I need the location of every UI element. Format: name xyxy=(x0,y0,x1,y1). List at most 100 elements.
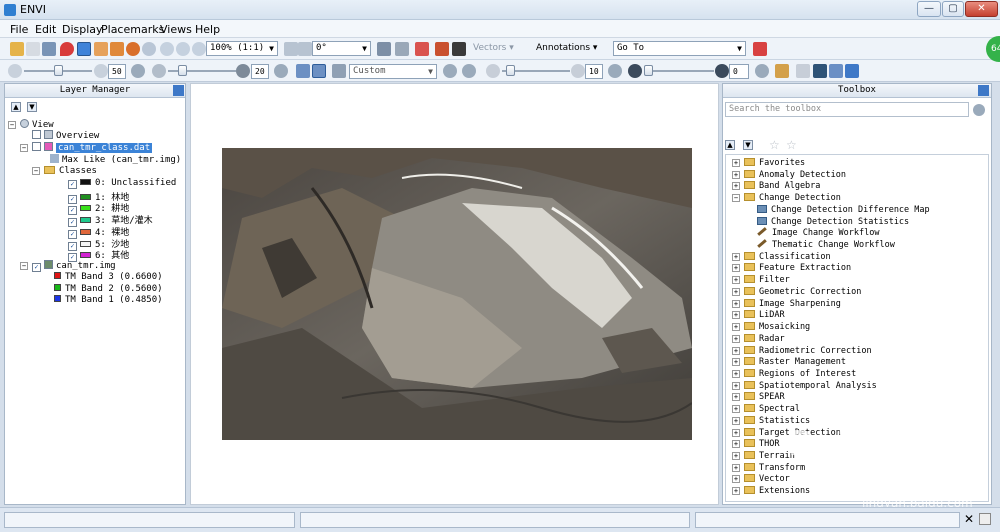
overview-checkbox[interactable] xyxy=(32,130,41,139)
remove-favorite-icon[interactable]: ☆ xyxy=(786,138,797,152)
class-item[interactable]: ✓ 1: 林地 xyxy=(68,190,129,204)
class-item[interactable]: ✓ 3: 草地/灌木 xyxy=(68,213,153,228)
toolbox-folder-item[interactable]: + Geometric Correction xyxy=(732,286,861,297)
reset-icon[interactable] xyxy=(608,64,622,78)
toolbox-tool-item[interactable]: Change Detection Statistics xyxy=(757,216,909,227)
toolbox-folder-item[interactable]: + Mosaicking xyxy=(732,322,810,332)
expand-all-icon[interactable]: ▼ xyxy=(27,102,37,112)
image-file-node[interactable]: − ✓ can_tmr.img xyxy=(20,260,116,272)
histogram-icon[interactable] xyxy=(775,64,789,78)
class-color-swatch[interactable] xyxy=(80,217,91,224)
toolbox-tool-item[interactable]: Thematic Change Workflow xyxy=(757,239,895,250)
toolbox-folder-item[interactable]: + Image Sharpening xyxy=(732,298,841,309)
collapse-all-icon[interactable]: ▲ xyxy=(725,140,735,150)
class-item[interactable]: ✓ 5: 沙地 xyxy=(68,237,129,251)
band-item[interactable]: TM Band 3 (0.6600) xyxy=(54,272,163,283)
image-checkbox[interactable]: ✓ xyxy=(32,263,41,272)
image-view[interactable] xyxy=(190,83,719,505)
collapse-icon[interactable]: − xyxy=(20,262,28,270)
expand-icon[interactable]: + xyxy=(732,428,740,437)
refresh-icon[interactable] xyxy=(973,104,985,116)
collapse-icon[interactable]: − xyxy=(20,144,28,152)
class-item[interactable]: ✓ 4: 裸地 xyxy=(68,225,129,239)
portal-icon[interactable] xyxy=(813,64,827,78)
class-item[interactable]: ✓ 6: 其他 xyxy=(68,248,129,263)
class-item[interactable]: ✓ 2: 耕地 xyxy=(68,201,129,216)
class-color-swatch[interactable] xyxy=(80,193,91,200)
expand-icon[interactable]: + xyxy=(732,334,740,343)
class-color-swatch[interactable] xyxy=(80,205,91,212)
toolbox-folder-item[interactable]: + Terrain xyxy=(732,451,795,461)
expand-icon[interactable]: + xyxy=(732,463,740,472)
toolbox-folder-item[interactable]: + Vector xyxy=(732,474,790,484)
transparency-slider[interactable] xyxy=(646,70,714,72)
panel-dock-icon[interactable] xyxy=(173,85,184,96)
collapse-icon[interactable]: − xyxy=(8,121,16,129)
expand-icon[interactable]: + xyxy=(732,346,740,355)
menu-placemarks[interactable]: Placemarks xyxy=(101,23,164,36)
placemark-icon[interactable] xyxy=(60,42,74,56)
expand-icon[interactable]: + xyxy=(732,264,740,273)
reset-icon[interactable] xyxy=(131,64,145,78)
expand-icon[interactable]: + xyxy=(732,369,740,378)
rotate-right-icon[interactable] xyxy=(298,42,312,56)
menu-edit[interactable]: Edit xyxy=(35,23,56,36)
goto-input[interactable]: Go To ▼ xyxy=(613,41,746,56)
expand-icon[interactable]: + xyxy=(732,487,740,496)
toolbox-search-input[interactable]: Search the toolbox xyxy=(725,102,969,117)
data-manager-icon[interactable] xyxy=(26,42,40,56)
collapse-icon[interactable]: − xyxy=(732,194,740,203)
fly-icon[interactable] xyxy=(110,42,124,56)
zoom-icon[interactable] xyxy=(142,42,156,56)
expand-icon[interactable]: + xyxy=(732,182,740,191)
toolbox-folder-item[interactable]: + Classification xyxy=(732,251,831,262)
add-favorite-icon[interactable]: ☆ xyxy=(769,138,780,152)
zoom-select[interactable]: 100% (1:1) ▼ xyxy=(206,41,278,56)
expand-icon[interactable]: + xyxy=(732,440,740,449)
toolbox-folder-item[interactable]: + Filter xyxy=(732,275,790,285)
select-icon[interactable] xyxy=(77,42,91,56)
toolbox-folder-item[interactable]: + Anomaly Detection xyxy=(732,169,846,180)
class-checkbox[interactable]: ✓ xyxy=(68,180,77,189)
expand-icon[interactable]: + xyxy=(732,381,740,390)
toolbox-folder-item[interactable]: + Transform xyxy=(732,462,805,473)
brightness-value[interactable]: 50 xyxy=(108,64,126,79)
classes-node[interactable]: − Classes xyxy=(32,166,97,177)
toolbox-folder-item[interactable]: + Feature Extraction xyxy=(732,263,851,273)
expand-icon[interactable]: + xyxy=(732,170,740,179)
maximize-button[interactable]: ▢ xyxy=(942,1,964,17)
class-color-swatch[interactable] xyxy=(80,240,91,247)
contrast-value[interactable]: 20 xyxy=(251,64,269,79)
transparency-knob[interactable] xyxy=(644,65,653,76)
open-icon[interactable] xyxy=(10,42,24,56)
pan-icon[interactable] xyxy=(94,42,108,56)
brightness-knob[interactable] xyxy=(54,65,63,76)
menu-file[interactable]: File xyxy=(10,23,28,36)
toolbox-folder-item[interactable]: + Radiometric Correction xyxy=(732,345,872,356)
satellite-image[interactable] xyxy=(222,148,692,440)
edit-icon[interactable] xyxy=(796,64,810,78)
tree-view-node[interactable]: − View xyxy=(8,119,54,130)
toolbox-tool-item[interactable]: Change Detection Difference Map xyxy=(757,204,930,215)
cursor-value-icon[interactable] xyxy=(395,42,409,56)
toolbox-folder-item[interactable]: + Radar xyxy=(732,333,785,344)
expand-icon[interactable]: + xyxy=(732,358,740,367)
collapse-all-icon[interactable]: ▲ xyxy=(11,102,21,112)
status-progress-icon[interactable] xyxy=(979,513,991,525)
toolbox-folder-item[interactable]: + Raster Management xyxy=(732,357,846,367)
expand-icon[interactable]: + xyxy=(732,416,740,425)
toolbox-folder-item[interactable]: + Favorites xyxy=(732,158,805,168)
class-color-swatch[interactable] xyxy=(80,179,91,185)
sharpen-knob[interactable] xyxy=(506,65,515,76)
stretch-icon[interactable] xyxy=(312,64,326,78)
menu-views[interactable]: Views xyxy=(160,23,192,36)
expand-icon[interactable]: + xyxy=(732,393,740,402)
toolbox-folder-item[interactable]: + Regions of Interest xyxy=(732,368,856,379)
sharpen-value[interactable]: 10 xyxy=(585,64,603,79)
zoom-in-icon[interactable] xyxy=(160,42,174,56)
chip-icon[interactable] xyxy=(42,42,56,56)
expand-icon[interactable]: + xyxy=(732,276,740,285)
band-item[interactable]: TM Band 2 (0.5600) xyxy=(54,283,163,295)
crosshair-icon[interactable] xyxy=(377,42,391,56)
class-file-node[interactable]: − can_tmr_class.dat xyxy=(20,142,153,153)
